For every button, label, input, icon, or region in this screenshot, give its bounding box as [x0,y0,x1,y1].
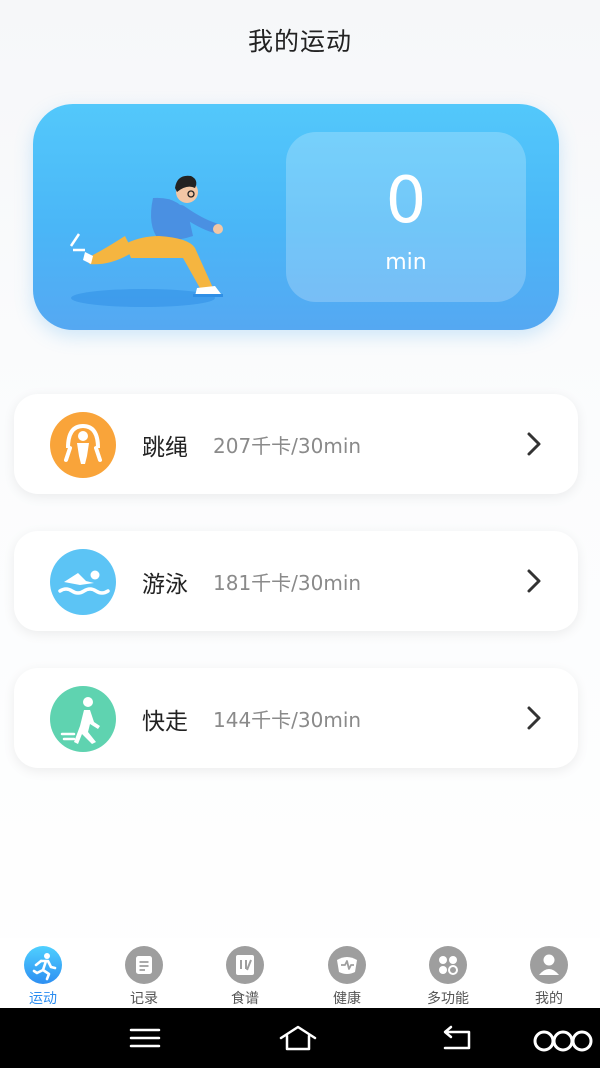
back-icon[interactable] [437,1022,477,1054]
duration-value: 0 [385,164,427,238]
chevron-right-icon[interactable] [524,705,544,731]
jump-rope-icon [50,412,116,478]
tab-exercise[interactable]: 运动 [0,946,93,1007]
page-title: 我的运动 [247,27,352,56]
exercise-calories: 181千卡/30min [213,571,362,595]
runner-illustration [69,175,223,307]
watermark-logo [533,1030,593,1052]
tab-label: 健康 [333,991,361,1007]
tab-profile[interactable]: 我的 [499,946,599,1007]
bottom-tab-bar: 运动 记录 食谱 健康 多功能 我的 [0,938,600,1008]
exercise-calories: 207千卡/30min [213,434,362,458]
system-navigation-bar [0,1008,600,1068]
tab-label: 食谱 [231,991,259,1007]
record-icon [125,946,163,984]
running-icon [24,946,62,984]
user-icon [530,946,568,984]
exercise-card-jump-rope[interactable]: 跳绳 207千卡/30min [14,394,578,494]
exercise-card-walking[interactable]: 快走 144千卡/30min [14,668,578,768]
exercise-name: 游泳 [142,572,188,598]
swimming-icon [50,549,116,615]
tab-label: 多功能 [427,991,469,1007]
exercise-name: 快走 [142,709,188,735]
health-icon [328,946,366,984]
tab-recipe[interactable]: 食谱 [195,946,295,1007]
chevron-right-icon[interactable] [524,568,544,594]
home-icon[interactable] [278,1022,318,1054]
tab-multifunction[interactable]: 多功能 [398,946,498,1007]
duration-unit: min [385,250,427,275]
tab-label: 我的 [535,991,563,1007]
tab-record[interactable]: 记录 [94,946,194,1007]
exercise-calories: 144千卡/30min [213,708,362,732]
grid-icon [429,946,467,984]
exercise-card-swimming[interactable]: 游泳 181千卡/30min [14,531,578,631]
walking-icon [50,686,116,752]
exercise-summary-card: 0 min [33,104,559,330]
tab-label: 记录 [130,991,158,1007]
menu-icon[interactable] [125,1022,165,1054]
tab-label: 运动 [29,991,57,1007]
chevron-right-icon[interactable] [524,431,544,457]
exercise-name: 跳绳 [142,435,188,461]
tab-health[interactable]: 健康 [297,946,397,1007]
duration-panel: 0 min [286,132,526,302]
recipe-icon [226,946,264,984]
